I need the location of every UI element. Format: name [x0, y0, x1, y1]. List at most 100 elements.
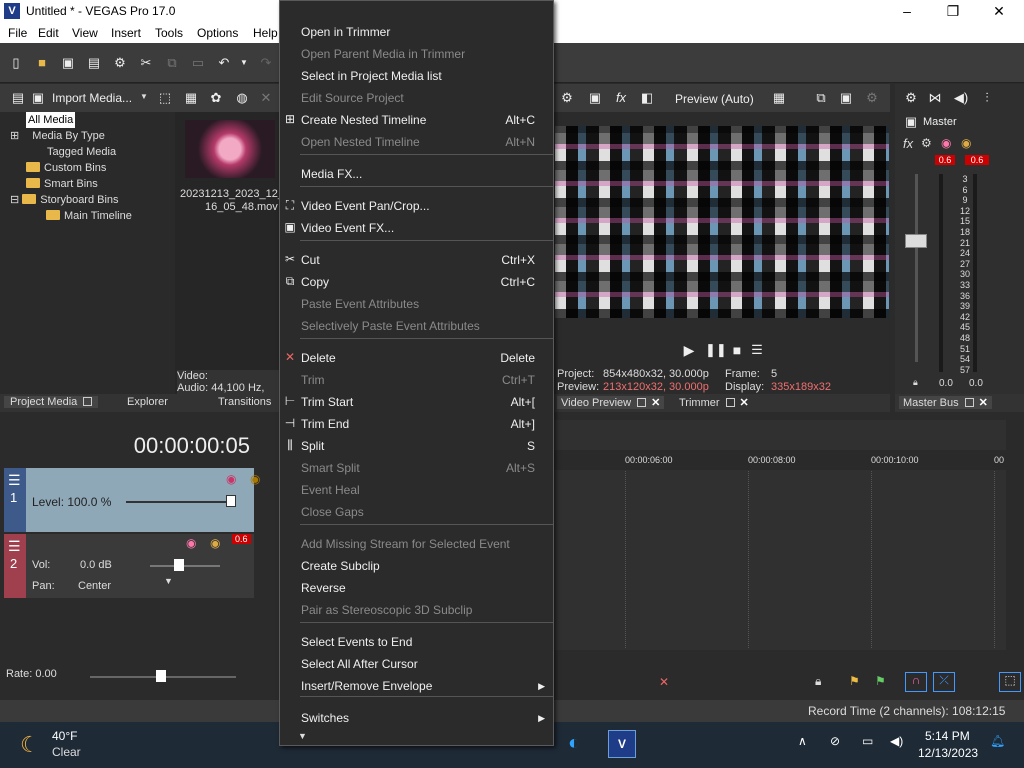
copy-icon[interactable]: ⧉: [164, 55, 180, 71]
paste-icon[interactable]: ▭: [190, 55, 206, 71]
track2-menu-icon[interactable]: ☰: [8, 538, 21, 555]
menu-item-smart-split[interactable]: Smart Split Alt+S: [280, 457, 553, 479]
preview-quality-dropdown[interactable]: Preview (Auto): [675, 92, 754, 106]
save-as-icon[interactable]: ▤: [86, 55, 102, 71]
master-gear-icon[interactable]: ⚙: [921, 136, 932, 150]
tree-media-by-type[interactable]: ⊞ Media By Type: [10, 128, 105, 144]
tray-chevron-icon[interactable]: ∧: [798, 734, 807, 748]
menu-item-select-all-after-cursor[interactable]: Select All After Cursor: [280, 653, 553, 675]
overlays-grid-icon[interactable]: ▦: [771, 90, 787, 106]
mixer-icon[interactable]: ⫶: [979, 90, 995, 106]
capture-icon[interactable]: ⬚: [157, 90, 173, 106]
copy-snapshot-icon[interactable]: ⧉: [813, 90, 829, 106]
menu-item-paste-event-attributes[interactable]: Paste Event Attributes: [280, 293, 553, 315]
tab-project-media[interactable]: Project Media: [4, 396, 99, 408]
rate-slider-handle[interactable]: [156, 670, 166, 682]
track1-level-handle[interactable]: [226, 495, 236, 507]
menu-scroll-down-icon[interactable]: ▼: [298, 731, 307, 741]
effects-icon[interactable]: ✿: [208, 90, 224, 106]
track1-level-slider[interactable]: [126, 501, 236, 503]
tree-tagged-media[interactable]: Tagged Media: [26, 144, 116, 160]
split-screen-icon[interactable]: ◧: [639, 90, 655, 106]
preview-disabled-icon[interactable]: ⚙: [864, 90, 880, 106]
tab-transitions[interactable]: Transitions: [218, 396, 271, 408]
menu-item-selectively-paste-event-attributes[interactable]: Selectively Paste Event Attributes: [280, 315, 553, 337]
track2-vol-slider[interactable]: [150, 565, 220, 567]
menu-item-cut[interactable]: ✂ Cut Ctrl+X: [280, 249, 553, 271]
network-icon[interactable]: ⊘: [830, 734, 840, 748]
media-thumbnail[interactable]: [185, 120, 275, 178]
menu-item-edit-source-project[interactable]: Edit Source Project: [280, 87, 553, 109]
menu-item-switches[interactable]: Switches ▶: [280, 707, 553, 729]
menu-item-close-gaps[interactable]: Close Gaps: [280, 501, 553, 523]
menu-item-trim-start[interactable]: ⊢ Trim Start Alt+[: [280, 391, 553, 413]
tab-video-preview[interactable]: Video Preview ✕: [557, 396, 665, 409]
menu-item-select-in-project-media-list[interactable]: Select in Project Media list: [280, 65, 553, 87]
ignore-grouping-icon[interactable]: ⬚: [999, 672, 1021, 692]
menu-item-insert-remove-envelope[interactable]: Insert/Remove Envelope ▶: [280, 675, 553, 697]
properties-gear-icon[interactable]: ⚙: [112, 55, 128, 71]
tab-explorer[interactable]: Explorer: [127, 396, 168, 408]
import-media-button[interactable]: Import Media...: [52, 91, 132, 105]
menu-item-video-event-pan-crop[interactable]: ⛶ Video Event Pan/Crop...: [280, 195, 553, 217]
audio-track-header[interactable]: ☰ 2 ◉ ◉ 0.6 Vol: 0.0 dB Pan: Center ▼: [4, 534, 254, 598]
menu-item-create-nested-timeline[interactable]: ⊞ Create Nested Timeline Alt+C: [280, 109, 553, 131]
open-icon[interactable]: ■: [34, 55, 50, 71]
tree-custom-bins[interactable]: Custom Bins: [26, 160, 106, 176]
menu-file[interactable]: File: [8, 26, 27, 40]
delete-icon[interactable]: ✕: [659, 675, 669, 689]
master-downmix-icon[interactable]: ⋈: [927, 90, 943, 106]
snapping-icon[interactable]: ∩: [905, 672, 927, 692]
lock-icon[interactable]: 🔒︎: [913, 377, 918, 388]
undo-dropdown-icon[interactable]: ▼: [236, 55, 252, 71]
weather-temp[interactable]: 40°F: [52, 729, 77, 743]
mute-icon[interactable]: ◉: [941, 136, 951, 150]
track2-pan-handle[interactable]: ▼: [164, 576, 173, 586]
media-list-icon[interactable]: ▤: [10, 90, 26, 106]
speaker-icon[interactable]: ◀): [953, 90, 969, 106]
master-fader-handle[interactable]: [905, 234, 927, 248]
menu-item-add-missing-stream-for-selected-event[interactable]: Add Missing Stream for Selected Event: [280, 533, 553, 555]
clock-date[interactable]: 12/13/2023: [918, 746, 978, 760]
tab-master-bus[interactable]: Master Bus ✕: [899, 396, 992, 409]
menu-tools[interactable]: Tools: [155, 26, 183, 40]
tab-trimmer[interactable]: Trimmer ✕: [679, 396, 749, 409]
video-track-header[interactable]: ☰ 1 ◉ ◉ Level: 100.0 %: [4, 468, 260, 532]
clock-time[interactable]: 5:14 PM: [925, 729, 970, 743]
menu-item-video-event-fx[interactable]: ▣ Video Event FX...: [280, 217, 553, 239]
menu-item-open-nested-timeline[interactable]: Open Nested Timeline Alt+N: [280, 131, 553, 153]
track1-solo-icon[interactable]: ◉: [250, 472, 260, 486]
save-snapshot-icon[interactable]: ▣: [838, 90, 854, 106]
display-icon[interactable]: ▭: [862, 734, 873, 748]
import-media-icon[interactable]: ▣: [30, 90, 46, 106]
master-fx-icon[interactable]: fx: [903, 136, 913, 151]
region-icon[interactable]: ⚑: [875, 674, 886, 688]
tree-main-timeline[interactable]: Main Timeline: [46, 208, 132, 224]
weather-desc[interactable]: Clear: [52, 745, 81, 759]
auto-crossfade-icon[interactable]: ⤫: [933, 672, 955, 692]
menu-item-copy[interactable]: ⧉ Copy Ctrl+C: [280, 271, 553, 293]
vegas-taskbar-icon[interactable]: V: [608, 730, 636, 758]
menu-item-delete[interactable]: ✕ Delete Delete: [280, 347, 553, 369]
cut-icon[interactable]: ✂: [138, 55, 154, 71]
minimize-button[interactable]: –: [884, 0, 930, 23]
stop-icon[interactable]: ■: [729, 342, 745, 358]
tree-storyboard-bins[interactable]: ⊟ Storyboard Bins: [10, 192, 119, 208]
menu-item-event-heal[interactable]: Event Heal: [280, 479, 553, 501]
menu-insert[interactable]: Insert: [111, 26, 141, 40]
timeline-ruler[interactable]: 00:00:06:00 00:00:08:00 00:00:10:00 00: [553, 450, 1023, 470]
menu-item-open-in-trimmer[interactable]: Open in Trimmer: [280, 21, 553, 43]
tree-smart-bins[interactable]: Smart Bins: [26, 176, 98, 192]
more-menu-icon[interactable]: ☰: [749, 342, 765, 358]
track2-mute-icon[interactable]: ◉: [186, 536, 196, 550]
redo-icon[interactable]: ↷: [258, 55, 274, 71]
tree-all-media[interactable]: All Media: [26, 112, 76, 128]
save-icon[interactable]: ▣: [60, 55, 76, 71]
menu-item-reverse[interactable]: Reverse: [280, 577, 553, 599]
notification-bell-icon[interactable]: 🔔︎: [990, 734, 1005, 748]
edge-icon[interactable]: ◐: [568, 732, 580, 755]
menu-item-trim[interactable]: Trim Ctrl+T: [280, 369, 553, 391]
master-settings-gear-icon[interactable]: ⚙: [903, 90, 919, 106]
preview-device-icon[interactable]: ▣: [587, 90, 603, 106]
menu-item-create-subclip[interactable]: Create Subclip: [280, 555, 553, 577]
